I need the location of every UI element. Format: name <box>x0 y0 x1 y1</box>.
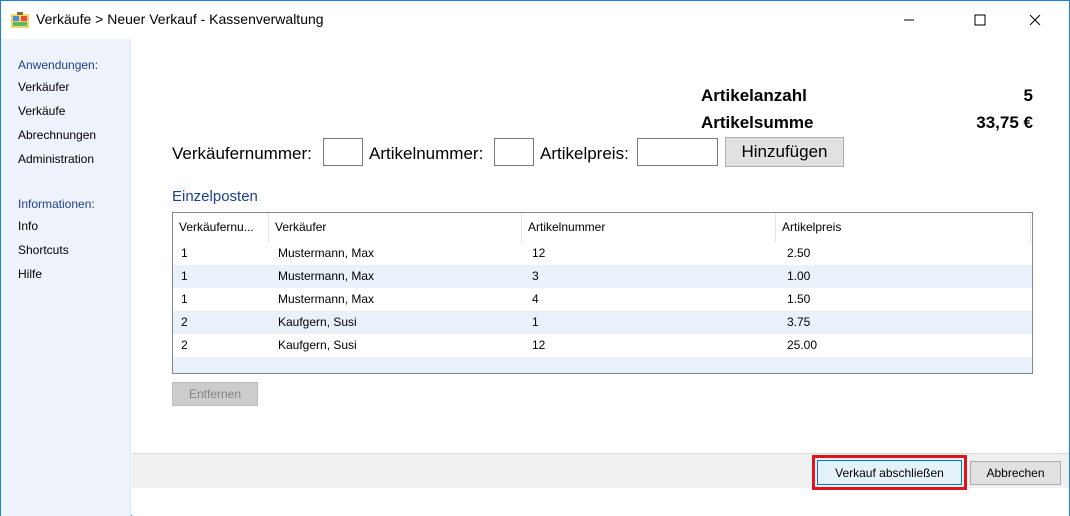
table-row-empty <box>173 357 1032 373</box>
cell-seller-number: 1 <box>181 246 188 260</box>
bottom-strip <box>132 488 1069 516</box>
cell-seller-number: 2 <box>181 338 188 352</box>
add-button[interactable]: Hinzufügen <box>725 137 844 167</box>
sidebar-heading-applications: Anwendungen: <box>18 58 99 72</box>
cancel-button[interactable]: Abbrechen <box>970 461 1061 485</box>
table-row[interactable]: 2 Kaufgern, Susi 1 3.75 <box>173 311 1032 334</box>
close-button[interactable] <box>1012 1 1058 39</box>
sidebar-item-help[interactable]: Hilfe <box>18 267 42 281</box>
table-row[interactable]: 1 Mustermann, Max 12 2.50 <box>173 242 1032 265</box>
sidebar-item-settlements[interactable]: Abrechnungen <box>18 128 96 142</box>
app-icon <box>11 12 29 28</box>
minimize-button[interactable] <box>886 1 932 39</box>
maximize-icon <box>974 14 986 26</box>
article-sum-label: Artikelsumme <box>701 113 814 132</box>
cell-article-number: 1 <box>532 315 539 329</box>
finish-sale-button[interactable]: Verkauf abschließen <box>817 460 962 485</box>
sidebar: Anwendungen: Verkäufer Verkäufe Abrechnu… <box>1 39 131 516</box>
sidebar-item-sellers[interactable]: Verkäufer <box>18 80 69 94</box>
application-window: Verkäufe > Neuer Verkauf - Kassenverwalt… <box>0 0 1070 516</box>
cell-seller-number: 2 <box>181 315 188 329</box>
cell-article-price: 1.50 <box>787 292 811 306</box>
title-bar[interactable]: Verkäufe > Neuer Verkauf - Kassenverwalt… <box>1 1 1069 39</box>
article-number-label: Artikelnummer: <box>369 144 484 163</box>
article-count-label: Artikelanzahl <box>701 86 807 105</box>
items-section-title: Einzelposten <box>172 188 258 205</box>
cell-article-number: 3 <box>532 269 539 283</box>
cell-seller: Mustermann, Max <box>278 292 375 306</box>
cell-article-number: 12 <box>532 246 546 260</box>
items-table[interactable]: Verkäufernu... Verkäufer Artikelnummer A… <box>172 212 1033 374</box>
sidebar-heading-information: Informationen: <box>18 197 95 211</box>
maximize-button[interactable] <box>957 1 1003 39</box>
close-icon <box>1029 14 1041 26</box>
cell-seller: Kaufgern, Susi <box>278 315 357 329</box>
cell-article-number: 12 <box>532 338 546 352</box>
cell-article-number: 4 <box>532 292 539 306</box>
article-count-value: 5 <box>1023 86 1033 105</box>
article-price-input[interactable] <box>637 138 718 166</box>
column-header-seller-number[interactable]: Verkäufernu... <box>173 213 269 242</box>
cell-seller: Mustermann, Max <box>278 269 375 283</box>
cell-article-price: 2.50 <box>787 246 811 260</box>
minimize-icon <box>904 19 914 21</box>
cell-article-price: 1.00 <box>787 269 811 283</box>
cell-seller-number: 1 <box>181 269 188 283</box>
column-header-seller[interactable]: Verkäufer <box>269 213 522 242</box>
article-number-input[interactable] <box>494 138 534 166</box>
seller-number-label: Verkäufernummer: <box>172 144 312 163</box>
sidebar-item-info[interactable]: Info <box>18 219 38 233</box>
cell-seller: Mustermann, Max <box>278 246 375 260</box>
remove-button[interactable]: Entfernen <box>172 382 258 406</box>
sidebar-item-sales[interactable]: Verkäufe <box>18 104 65 118</box>
article-price-label: Artikelpreis: <box>540 144 629 163</box>
table-row[interactable]: 2 Kaufgern, Susi 12 25.00 <box>173 334 1032 357</box>
table-row[interactable]: 1 Mustermann, Max 4 1.50 <box>173 288 1032 311</box>
column-header-article-number[interactable]: Artikelnummer <box>522 213 776 242</box>
table-row[interactable]: 1 Mustermann, Max 3 1.00 <box>173 265 1032 288</box>
table-header: Verkäufernu... Verkäufer Artikelnummer A… <box>173 213 1032 242</box>
cell-article-price: 25.00 <box>787 338 818 352</box>
seller-number-input[interactable] <box>323 138 363 166</box>
cell-seller-number: 1 <box>181 292 188 306</box>
cell-seller: Kaufgern, Susi <box>278 338 357 352</box>
cell-article-price: 3.75 <box>787 315 811 329</box>
sidebar-item-administration[interactable]: Administration <box>18 152 94 166</box>
article-sum-value: 33,75 € <box>976 113 1033 132</box>
sidebar-item-shortcuts[interactable]: Shortcuts <box>18 243 69 257</box>
column-header-article-price[interactable]: Artikelpreis <box>776 213 1031 242</box>
window-title: Verkäufe > Neuer Verkauf - Kassenverwalt… <box>36 11 324 27</box>
